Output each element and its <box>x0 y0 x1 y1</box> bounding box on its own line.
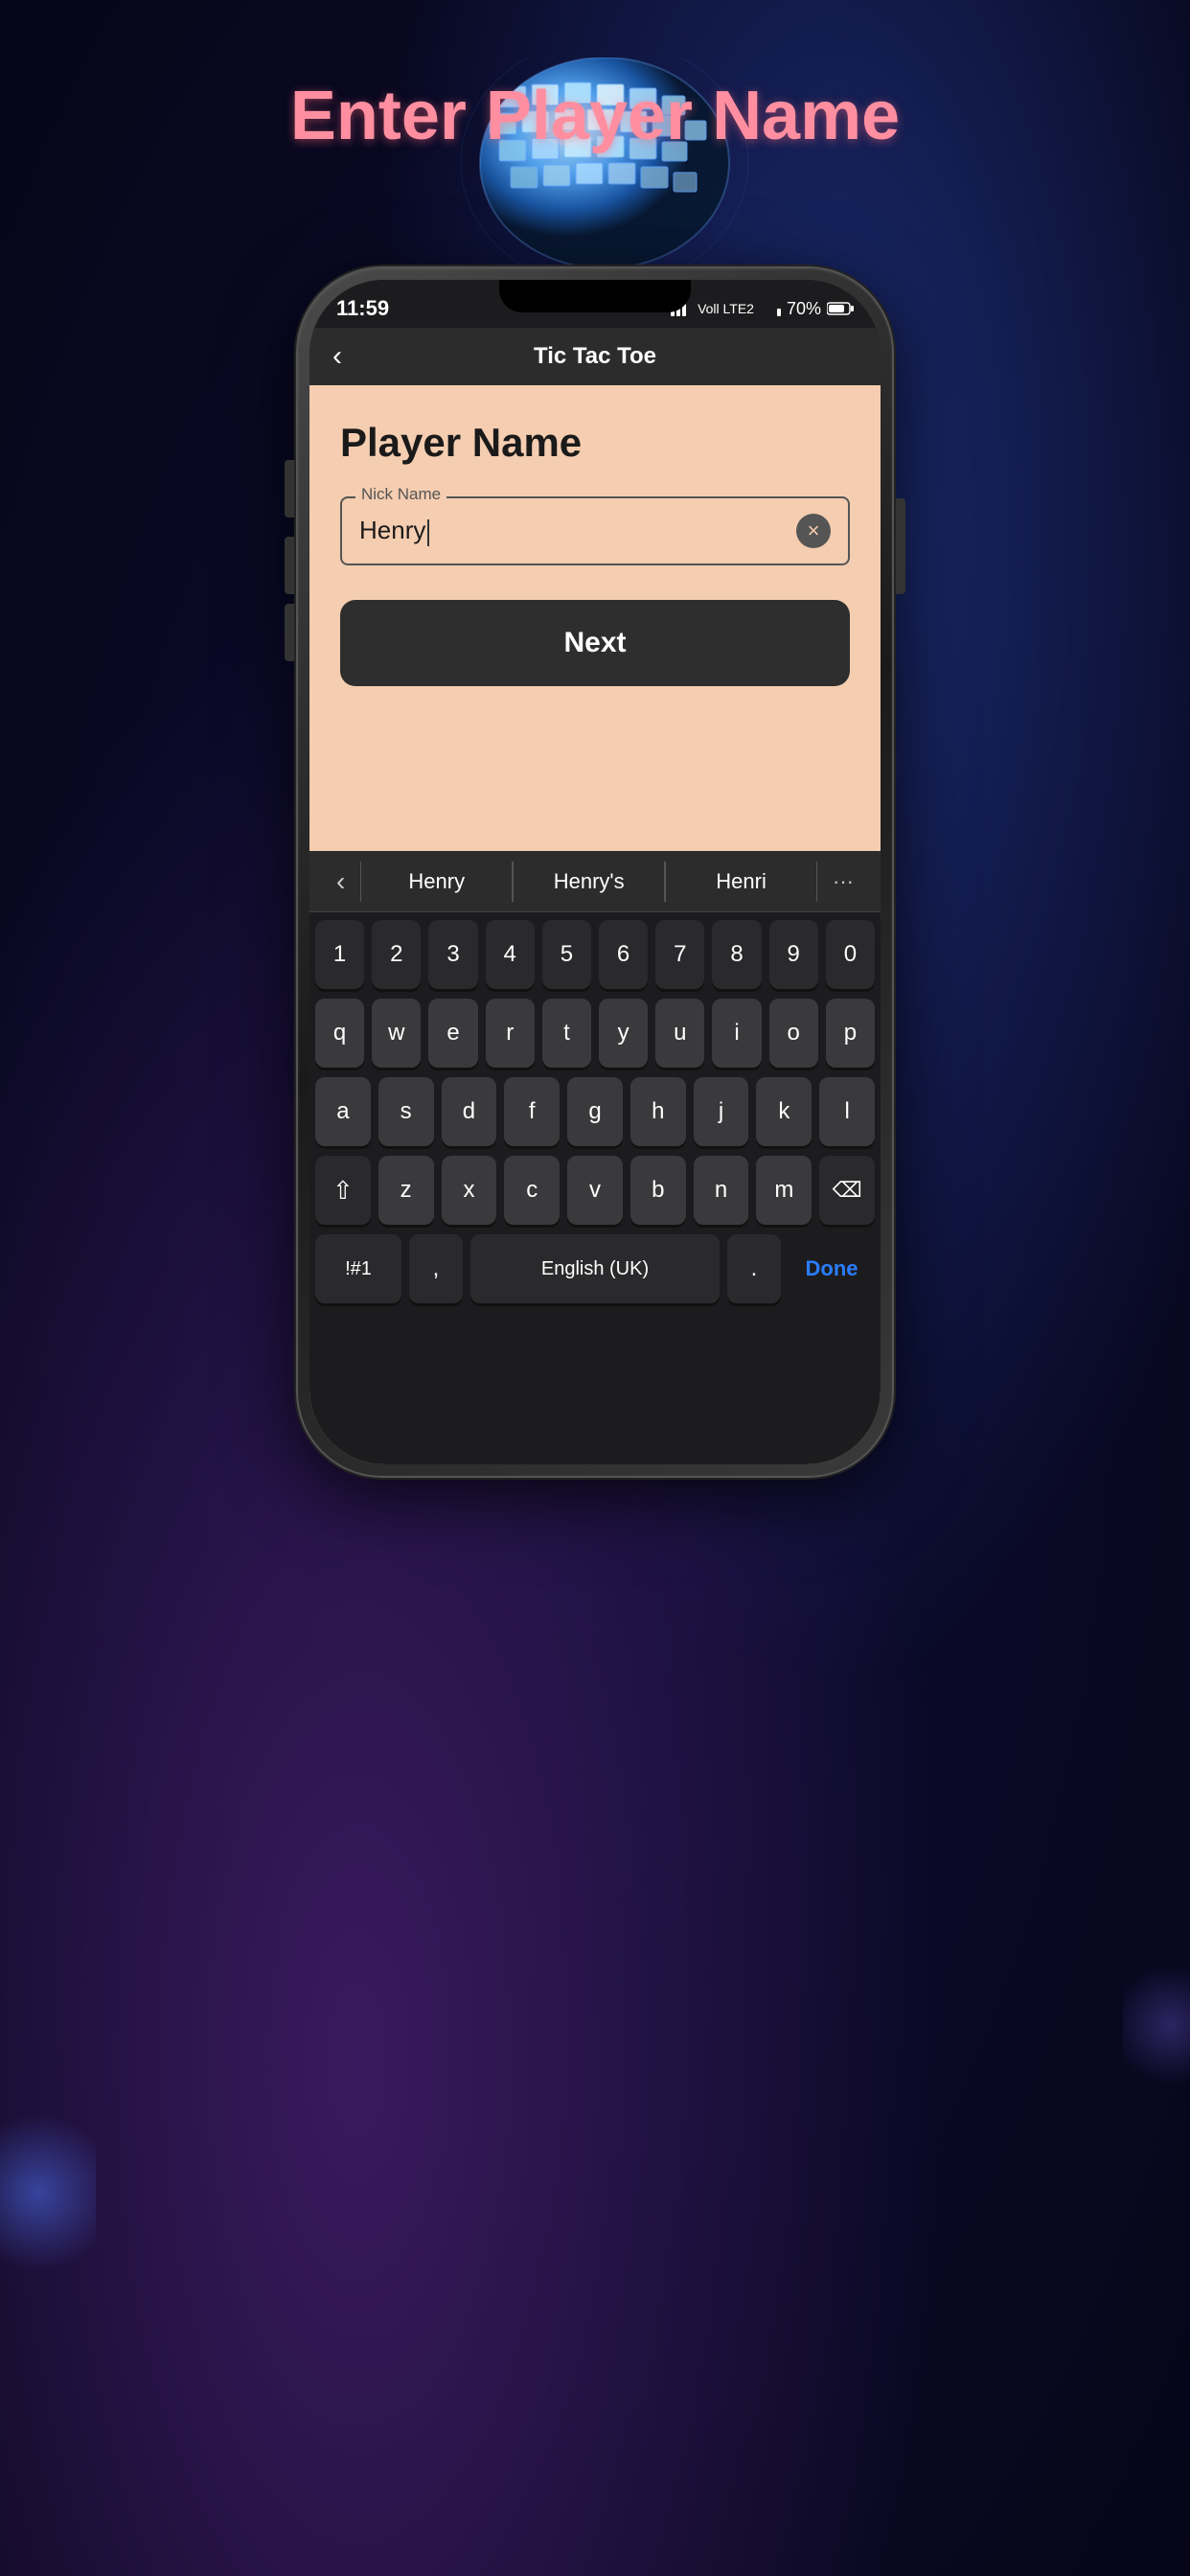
battery-icon <box>827 301 854 316</box>
key-f[interactable]: f <box>504 1077 560 1146</box>
key-j[interactable]: j <box>694 1077 749 1146</box>
done-key[interactable]: Done <box>789 1234 875 1303</box>
key-w[interactable]: w <box>372 999 421 1068</box>
phone-screen: 11:59 Voll LTE2 70% <box>309 280 881 1464</box>
key-q[interactable]: q <box>315 999 364 1068</box>
autocomplete-suggestions: Henry Henry's Henri <box>360 862 817 902</box>
clear-icon: × <box>808 520 820 541</box>
key-i[interactable]: i <box>712 999 761 1068</box>
key-4[interactable]: 4 <box>486 920 535 989</box>
key-b[interactable]: b <box>630 1156 686 1225</box>
suggestion-1[interactable]: Henry <box>360 862 513 902</box>
key-o[interactable]: o <box>769 999 818 1068</box>
nav-bar: ‹ Tic Tac Toe <box>309 328 881 385</box>
delete-key[interactable] <box>819 1156 875 1225</box>
key-e[interactable]: e <box>428 999 477 1068</box>
back-button[interactable]: ‹ <box>332 340 342 373</box>
phone-device: 11:59 Voll LTE2 70% <box>298 268 892 1476</box>
keyboard-row-numbers: 1 2 3 4 5 6 7 8 9 0 <box>315 920 875 989</box>
key-g[interactable]: g <box>567 1077 623 1146</box>
page-title: Enter Player Name <box>290 77 900 155</box>
keyboard-row-qwerty: q w e r t y u i o p <box>315 999 875 1068</box>
glow-right <box>1123 1953 1190 2097</box>
battery-level: 70% <box>787 299 821 319</box>
key-x[interactable]: x <box>442 1156 497 1225</box>
key-6[interactable]: 6 <box>599 920 648 989</box>
key-d[interactable]: d <box>442 1077 497 1146</box>
network-label: Voll LTE2 <box>698 301 754 316</box>
keyboard-row-special: !#1 , English (UK) . Done <box>315 1234 875 1303</box>
key-s[interactable]: s <box>378 1077 434 1146</box>
key-0[interactable]: 0 <box>826 920 875 989</box>
clear-input-button[interactable]: × <box>796 514 831 548</box>
next-button[interactable]: Next <box>340 600 850 686</box>
key-v[interactable]: v <box>567 1156 623 1225</box>
key-a[interactable]: a <box>315 1077 371 1146</box>
shift-icon <box>332 1176 354 1206</box>
delete-icon <box>833 1177 862 1204</box>
key-3[interactable]: 3 <box>428 920 477 989</box>
key-5[interactable]: 5 <box>542 920 591 989</box>
glow-left <box>0 2097 96 2288</box>
space-key[interactable]: English (UK) <box>470 1234 720 1303</box>
nav-title: Tic Tac Toe <box>534 343 656 370</box>
nickname-label: Nick Name <box>355 485 446 504</box>
key-9[interactable]: 9 <box>769 920 818 989</box>
keyboard-row-zxcv: z x c v b n m <box>315 1156 875 1225</box>
comma-key[interactable]: , <box>409 1234 463 1303</box>
wifi-signal-icon <box>760 301 781 316</box>
keyboard-rows: 1 2 3 4 5 6 7 8 9 0 q w <box>309 912 881 1311</box>
key-2[interactable]: 2 <box>372 920 421 989</box>
key-y[interactable]: y <box>599 999 648 1068</box>
key-m[interactable]: m <box>756 1156 812 1225</box>
key-1[interactable]: 1 <box>315 920 364 989</box>
phone-outer-shell: 11:59 Voll LTE2 70% <box>298 268 892 1476</box>
suggestion-2[interactable]: Henry's <box>513 862 665 902</box>
status-time: 11:59 <box>336 296 389 321</box>
status-icons: Voll LTE2 70% <box>671 299 854 319</box>
key-r[interactable]: r <box>486 999 535 1068</box>
nickname-field-wrapper: Nick Name Henry × <box>340 496 850 565</box>
autocomplete-back-icon[interactable]: ‹ <box>321 866 360 897</box>
nickname-text: Henry <box>359 516 796 545</box>
key-7[interactable]: 7 <box>655 920 704 989</box>
key-t[interactable]: t <box>542 999 591 1068</box>
key-k[interactable]: k <box>756 1077 812 1146</box>
keyboard: ‹ Henry Henry's Henri ··· 1 2 3 4 <box>309 851 881 1464</box>
keyboard-row-asdf: a s d f g h j k l <box>315 1077 875 1146</box>
text-cursor <box>427 519 429 546</box>
shift-key[interactable] <box>315 1156 371 1225</box>
key-n[interactable]: n <box>694 1156 749 1225</box>
key-z[interactable]: z <box>378 1156 434 1225</box>
key-h[interactable]: h <box>630 1077 686 1146</box>
autocomplete-row: ‹ Henry Henry's Henri ··· <box>309 851 881 912</box>
suggestion-3[interactable]: Henri <box>665 862 817 902</box>
key-8[interactable]: 8 <box>712 920 761 989</box>
key-c[interactable]: c <box>504 1156 560 1225</box>
period-key[interactable]: . <box>727 1234 781 1303</box>
nickname-input-container[interactable]: Henry × <box>340 496 850 565</box>
key-u[interactable]: u <box>655 999 704 1068</box>
autocomplete-more-icon[interactable]: ··· <box>817 869 869 894</box>
key-l[interactable]: l <box>819 1077 875 1146</box>
phone-notch <box>499 280 691 312</box>
key-p[interactable]: p <box>826 999 875 1068</box>
player-name-heading: Player Name <box>340 420 850 466</box>
num-key[interactable]: !#1 <box>315 1234 401 1303</box>
